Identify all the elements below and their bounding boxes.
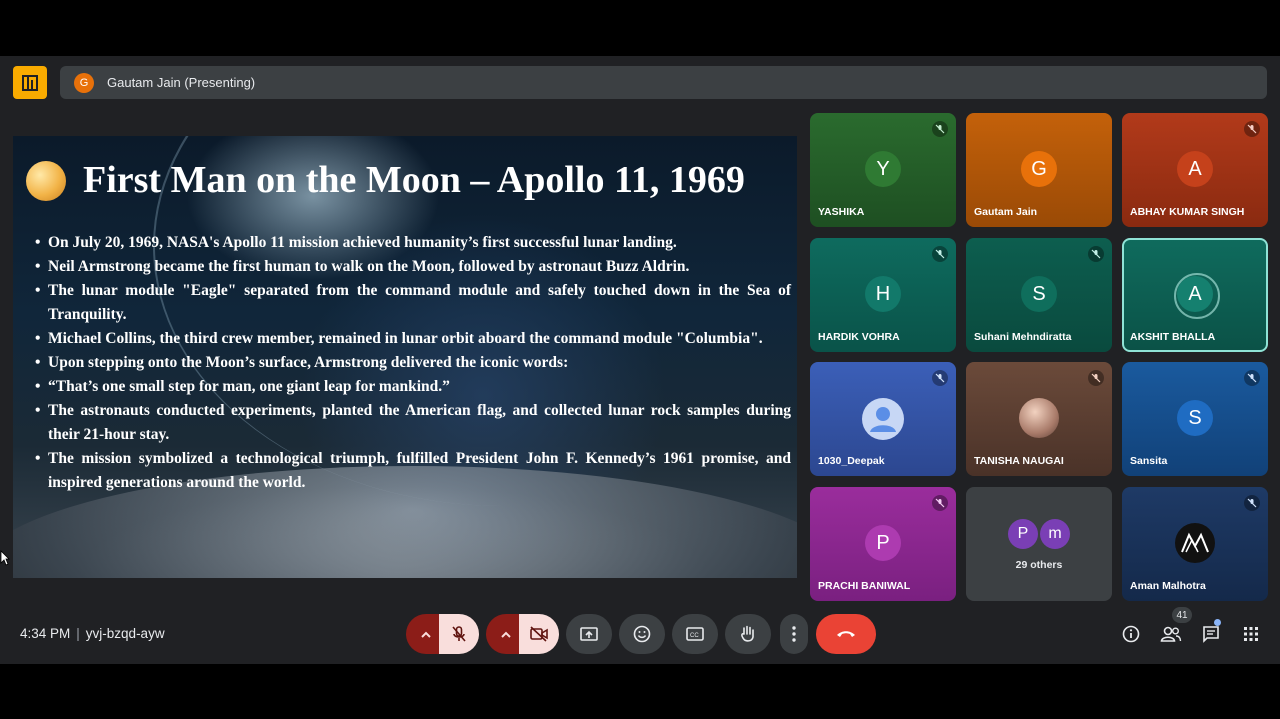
- participant-name: Aman Malhotra: [1130, 580, 1206, 592]
- people-icon: [1160, 626, 1182, 642]
- participant-tile[interactable]: 1030_Deepak: [810, 362, 956, 476]
- leave-call-button[interactable]: [816, 614, 876, 654]
- apps-grid-icon: [1244, 627, 1258, 641]
- activities-button[interactable]: [1237, 620, 1265, 648]
- mic-off-icon: [452, 626, 466, 642]
- presenting-bar[interactable]: G Gautam Jain (Presenting): [60, 66, 1267, 99]
- participant-tile[interactable]: S Sansita: [1122, 362, 1268, 476]
- mic-off-icon: [1244, 495, 1260, 511]
- mic-off-icon: [1088, 246, 1104, 262]
- divider: |: [76, 626, 80, 641]
- participant-avatar: P: [865, 525, 901, 561]
- participant-avatar: S: [1177, 400, 1213, 436]
- mic-off-icon: [1088, 370, 1104, 386]
- participant-tile[interactable]: Aman Malhotra: [1122, 487, 1268, 601]
- mic-off-icon: [1244, 370, 1260, 386]
- participant-avatar: H: [865, 276, 901, 312]
- presentation-icon: [22, 74, 38, 91]
- people-count-badge: 41: [1172, 607, 1192, 623]
- svg-text:CC: CC: [690, 633, 699, 639]
- moon-icon: [26, 161, 66, 201]
- participant-tile[interactable]: G Gautam Jain: [966, 113, 1112, 227]
- emoji-icon: [633, 625, 651, 643]
- participant-avatar: S: [1021, 276, 1057, 312]
- chat-notification-dot: [1214, 619, 1221, 626]
- participant-name: 1030_Deepak: [818, 455, 885, 467]
- participant-name: AKSHIT BHALLA: [1130, 331, 1216, 343]
- participant-tile[interactable]: Y YASHIKA: [810, 113, 956, 227]
- participant-tile[interactable]: S Suhani Mehndiratta: [966, 238, 1112, 352]
- participant-name: HARDIK VOHRA: [818, 331, 900, 343]
- participant-avatar: A: [1177, 151, 1213, 187]
- more-vert-icon: [792, 626, 796, 642]
- mic-off-icon: [932, 495, 948, 511]
- camera-off-icon: [530, 626, 548, 642]
- captions-button[interactable]: CC: [672, 614, 718, 654]
- mic-off-icon: [932, 246, 948, 262]
- hand-icon: [741, 625, 754, 642]
- participant-avatar: A: [1177, 276, 1213, 312]
- slide-bullet: On July 20, 1969, NASA's Apollo 11 missi…: [35, 231, 791, 255]
- meeting-info: 4:34 PM | yvj-bzqd-ayw: [20, 626, 165, 641]
- mic-off-icon: [1244, 121, 1260, 137]
- participant-tile[interactable]: TANISHA NAUGAI: [966, 362, 1112, 476]
- slide-bullet: “That’s one small step for man, one gian…: [35, 375, 791, 399]
- meeting-code: yvj-bzqd-ayw: [85, 626, 165, 641]
- closed-captions-icon: CC: [686, 627, 704, 641]
- people-button[interactable]: [1157, 620, 1185, 648]
- presentation-layout-button[interactable]: [13, 66, 47, 99]
- default-user-avatar-icon: [862, 398, 904, 440]
- mouse-cursor-icon: [0, 550, 10, 571]
- meet-window: G Gautam Jain (Presenting) First Man on …: [0, 0, 1280, 719]
- mic-off-icon: [932, 370, 948, 386]
- camera-toggle-button[interactable]: [519, 614, 559, 654]
- slide-bullets: On July 20, 1969, NASA's Apollo 11 missi…: [35, 231, 791, 495]
- more-options-button[interactable]: [780, 614, 808, 654]
- participant-name: Sansita: [1130, 455, 1168, 467]
- participant-name: ABHAY KUMAR SINGH: [1130, 206, 1245, 218]
- participant-name: PRACHI BANIWAL: [818, 580, 911, 592]
- slide-bullet: The mission symbolized a technological t…: [35, 447, 791, 495]
- call-end-icon: [837, 631, 855, 637]
- clock-time: 4:34 PM: [20, 626, 71, 641]
- others-count-label: 29 others: [1015, 559, 1063, 571]
- others-avatars: P m: [1008, 519, 1072, 549]
- presenter-avatar: G: [74, 72, 94, 93]
- participant-tile[interactable]: P PRACHI BANIWAL: [810, 487, 956, 601]
- participant-tile[interactable]: H HARDIK VOHRA: [810, 238, 956, 352]
- slide-bullet: Michael Collins, the third crew member, …: [35, 327, 791, 351]
- info-icon: [1122, 625, 1140, 643]
- chevron-up-icon: [501, 631, 511, 638]
- microphone-toggle-button[interactable]: [439, 614, 479, 654]
- slide-bullet: The lunar module "Eagle" separated from …: [35, 279, 791, 327]
- participant-name: YASHIKA: [818, 206, 865, 218]
- raise-hand-button[interactable]: [725, 614, 771, 654]
- participant-tile[interactable]: A ABHAY KUMAR SINGH: [1122, 113, 1268, 227]
- chevron-up-icon: [421, 631, 431, 638]
- participant-avatar: Y: [865, 151, 901, 187]
- slide-bullet: Neil Armstrong became the first human to…: [35, 255, 791, 279]
- participant-tile-active-speaker[interactable]: A AKSHIT BHALLA: [1122, 238, 1268, 352]
- presentation-slide[interactable]: First Man on the Moon – Apollo 11, 1969 …: [13, 136, 797, 578]
- mic-off-icon: [932, 121, 948, 137]
- meeting-details-button[interactable]: [1117, 620, 1145, 648]
- participant-logo-avatar: [1175, 523, 1215, 563]
- participant-name: Suhani Mehndiratta: [974, 331, 1072, 343]
- slide-bullet: The astronauts conducted experiments, pl…: [35, 399, 791, 447]
- reactions-button[interactable]: [619, 614, 665, 654]
- chat-icon: [1203, 626, 1219, 643]
- participant-avatar: G: [1021, 151, 1057, 187]
- others-tile[interactable]: P m 29 others: [966, 487, 1112, 601]
- chat-button[interactable]: [1197, 620, 1225, 648]
- presenter-label: Gautam Jain (Presenting): [107, 75, 256, 90]
- participant-name: TANISHA NAUGAI: [974, 455, 1064, 467]
- participant-avatar: P: [1008, 519, 1038, 549]
- participant-avatar: m: [1040, 519, 1070, 549]
- participant-photo-avatar: [1019, 398, 1059, 438]
- present-screen-button[interactable]: [566, 614, 612, 654]
- present-to-all-icon: [580, 627, 598, 641]
- participant-name: Gautam Jain: [974, 206, 1038, 218]
- slide-title: First Man on the Moon – Apollo 11, 1969: [83, 159, 745, 201]
- slide-bullet: Upon stepping onto the Moon’s surface, A…: [35, 351, 791, 375]
